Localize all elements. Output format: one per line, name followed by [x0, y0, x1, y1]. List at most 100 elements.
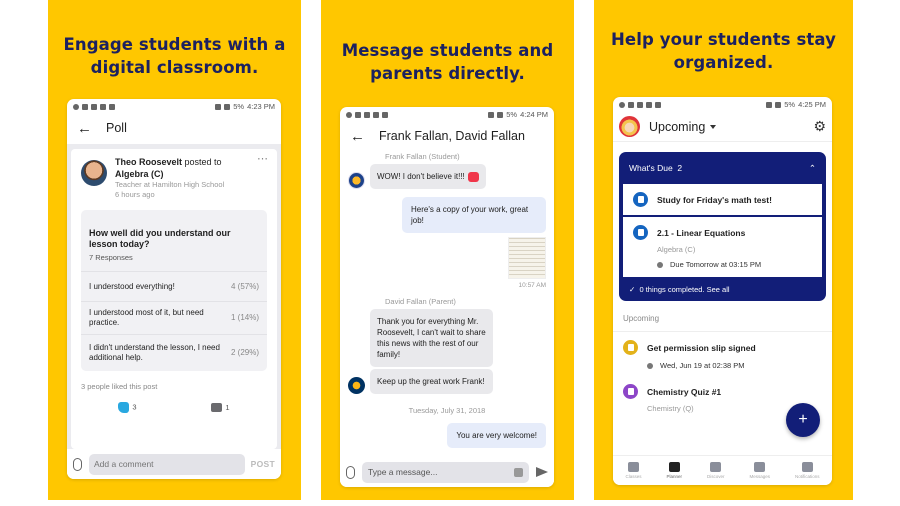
post-card: ⋯ Theo Roosevelt posted to Algebra (C) T…: [71, 149, 277, 449]
add-button[interactable]: +: [786, 403, 820, 437]
location-icon: [346, 111, 352, 118]
comment-input[interactable]: [89, 453, 245, 475]
image-icon: [100, 103, 106, 110]
sender-name: Frank Fallan (Student): [385, 152, 460, 161]
due-count: 2: [677, 163, 683, 173]
whats-due-header[interactable]: What's Due 2 ⌃: [623, 152, 822, 184]
task-item[interactable]: 2.1 - Linear Equations Algebra (C) Due T…: [623, 217, 822, 279]
quiz-icon: [623, 384, 638, 399]
back-arrow-icon[interactable]: ←: [350, 129, 365, 144]
message: Keep up the great work Frank!: [348, 369, 546, 394]
clock: 4:23 PM: [247, 102, 275, 111]
view-dropdown[interactable]: Upcoming: [649, 120, 717, 134]
message: Here's a copy of your work, great job!: [348, 197, 546, 233]
warning-icon: [637, 101, 643, 108]
poll-option[interactable]: I understood everything! 4 (57%): [81, 272, 267, 302]
clock: 4:25 PM: [798, 100, 826, 109]
author-role: Teacher at Hamilton High School: [115, 180, 225, 189]
headline: Message students and parents directly.: [341, 41, 554, 83]
poll-promo-panel: Engage students with a digital classroom…: [48, 0, 301, 500]
nav-notifications[interactable]: Notifications: [795, 462, 820, 479]
app-bar: Upcoming ⚙: [613, 112, 832, 142]
comment-composer: POST: [67, 449, 281, 479]
image-icon: [373, 111, 379, 118]
planner-icon: [668, 462, 680, 472]
comment-icon: [211, 403, 223, 413]
poll-option[interactable]: I understood most of it, but need practi…: [81, 302, 267, 335]
screen-title: Poll: [106, 121, 127, 135]
upcoming-section-label: Upcoming: [613, 301, 832, 332]
message-time: 10:57 AM: [518, 282, 546, 289]
location-icon: [619, 101, 625, 108]
warning-icon: [364, 111, 370, 118]
message: You are very welcome!: [348, 423, 546, 448]
message-input[interactable]: Type a message...: [362, 461, 529, 483]
carrier-icon: [655, 101, 661, 108]
poll-question: How well did you understand our lesson t…: [89, 228, 231, 249]
task-icon: [633, 192, 648, 207]
assignment-icon: [633, 225, 648, 240]
emoji-icon[interactable]: [514, 467, 523, 477]
poll: How well did you understand our lesson t…: [81, 210, 267, 371]
clock: 4:24 PM: [520, 110, 548, 119]
post-author[interactable]: Theo Roosevelt: [115, 157, 182, 167]
poll-option[interactable]: I didn't understand the lesson, I need a…: [81, 335, 267, 371]
classes-icon: [627, 462, 639, 472]
likes-summary[interactable]: 3 people liked this post: [81, 382, 267, 391]
emoji-sticker-icon: [467, 171, 479, 182]
nav-messages[interactable]: Messages: [749, 462, 770, 479]
avatar[interactable]: [348, 172, 365, 189]
comment-button[interactable]: 1: [211, 403, 230, 413]
wifi-icon: [775, 101, 782, 108]
messaging-promo-panel: Message students and parents directly. 5…: [321, 0, 574, 500]
image-attachment[interactable]: [508, 237, 546, 279]
headline: Engage students with a digital classroom…: [63, 35, 286, 77]
message: Thank you for everything Mr. Roosevelt, …: [348, 309, 546, 367]
like-button[interactable]: 3: [118, 402, 137, 413]
bluetooth-icon: [766, 101, 773, 108]
battery-level: 5%: [784, 100, 796, 109]
send-icon[interactable]: [536, 467, 548, 477]
gallery-icon: [355, 111, 361, 118]
wifi-icon: [224, 103, 231, 110]
post-group[interactable]: Algebra (C): [115, 169, 164, 179]
app-bar: ← Poll: [67, 114, 281, 142]
check-icon: ✓: [629, 285, 636, 294]
nav-discover[interactable]: Discover: [707, 462, 725, 479]
conversation-title: Frank Fallan, David Fallan: [379, 129, 525, 143]
gallery-icon: [82, 103, 88, 110]
more-options-icon[interactable]: ⋯: [257, 152, 269, 165]
battery-level: 5%: [233, 102, 245, 111]
status-bar: 5% 4:24 PM: [340, 107, 554, 122]
messages-icon: [754, 462, 766, 472]
message-thread: Frank Fallan (Student) WOW! I don't beli…: [340, 152, 554, 457]
avatar[interactable]: [348, 377, 365, 394]
carrier-icon: [382, 111, 388, 118]
nav-classes[interactable]: Classes: [625, 462, 642, 479]
paperclip-icon[interactable]: [346, 465, 355, 479]
bottom-navigation: Classes Planner Discover Messages Notifi…: [613, 455, 832, 485]
avatar[interactable]: [619, 116, 640, 137]
feed: ⋯ Theo Roosevelt posted to Algebra (C) T…: [67, 144, 281, 449]
post-time: 6 hours ago: [115, 190, 155, 199]
post-button[interactable]: POST: [251, 459, 275, 469]
task-item[interactable]: Study for Friday's math test!: [623, 184, 822, 217]
battery-level: 5%: [506, 110, 518, 119]
image-icon: [646, 101, 652, 108]
back-arrow-icon[interactable]: ←: [77, 121, 92, 136]
bell-icon: [801, 462, 813, 472]
phone-screen-messages: 5% 4:24 PM ← Frank Fallan, David Fallan F…: [340, 107, 554, 487]
nav-planner[interactable]: Planner: [666, 462, 682, 479]
chevron-up-icon[interactable]: ⌃: [809, 163, 816, 174]
paperclip-icon[interactable]: [73, 457, 82, 471]
task-icon: [623, 340, 638, 355]
wifi-icon: [497, 111, 504, 118]
completed-link[interactable]: ✓ 0 things completed. See all: [623, 279, 822, 297]
task-item[interactable]: Get permission slip signed Wed, Jun 19 a…: [613, 332, 832, 370]
status-bar: 5% 4:25 PM: [613, 97, 832, 112]
sender-name: David Fallan (Parent): [385, 297, 456, 306]
thumbs-up-icon: [118, 402, 130, 413]
gear-icon[interactable]: ⚙: [813, 118, 826, 135]
avatar[interactable]: [81, 160, 107, 186]
date-separator: Tuesday, July 31, 2018: [408, 406, 486, 415]
